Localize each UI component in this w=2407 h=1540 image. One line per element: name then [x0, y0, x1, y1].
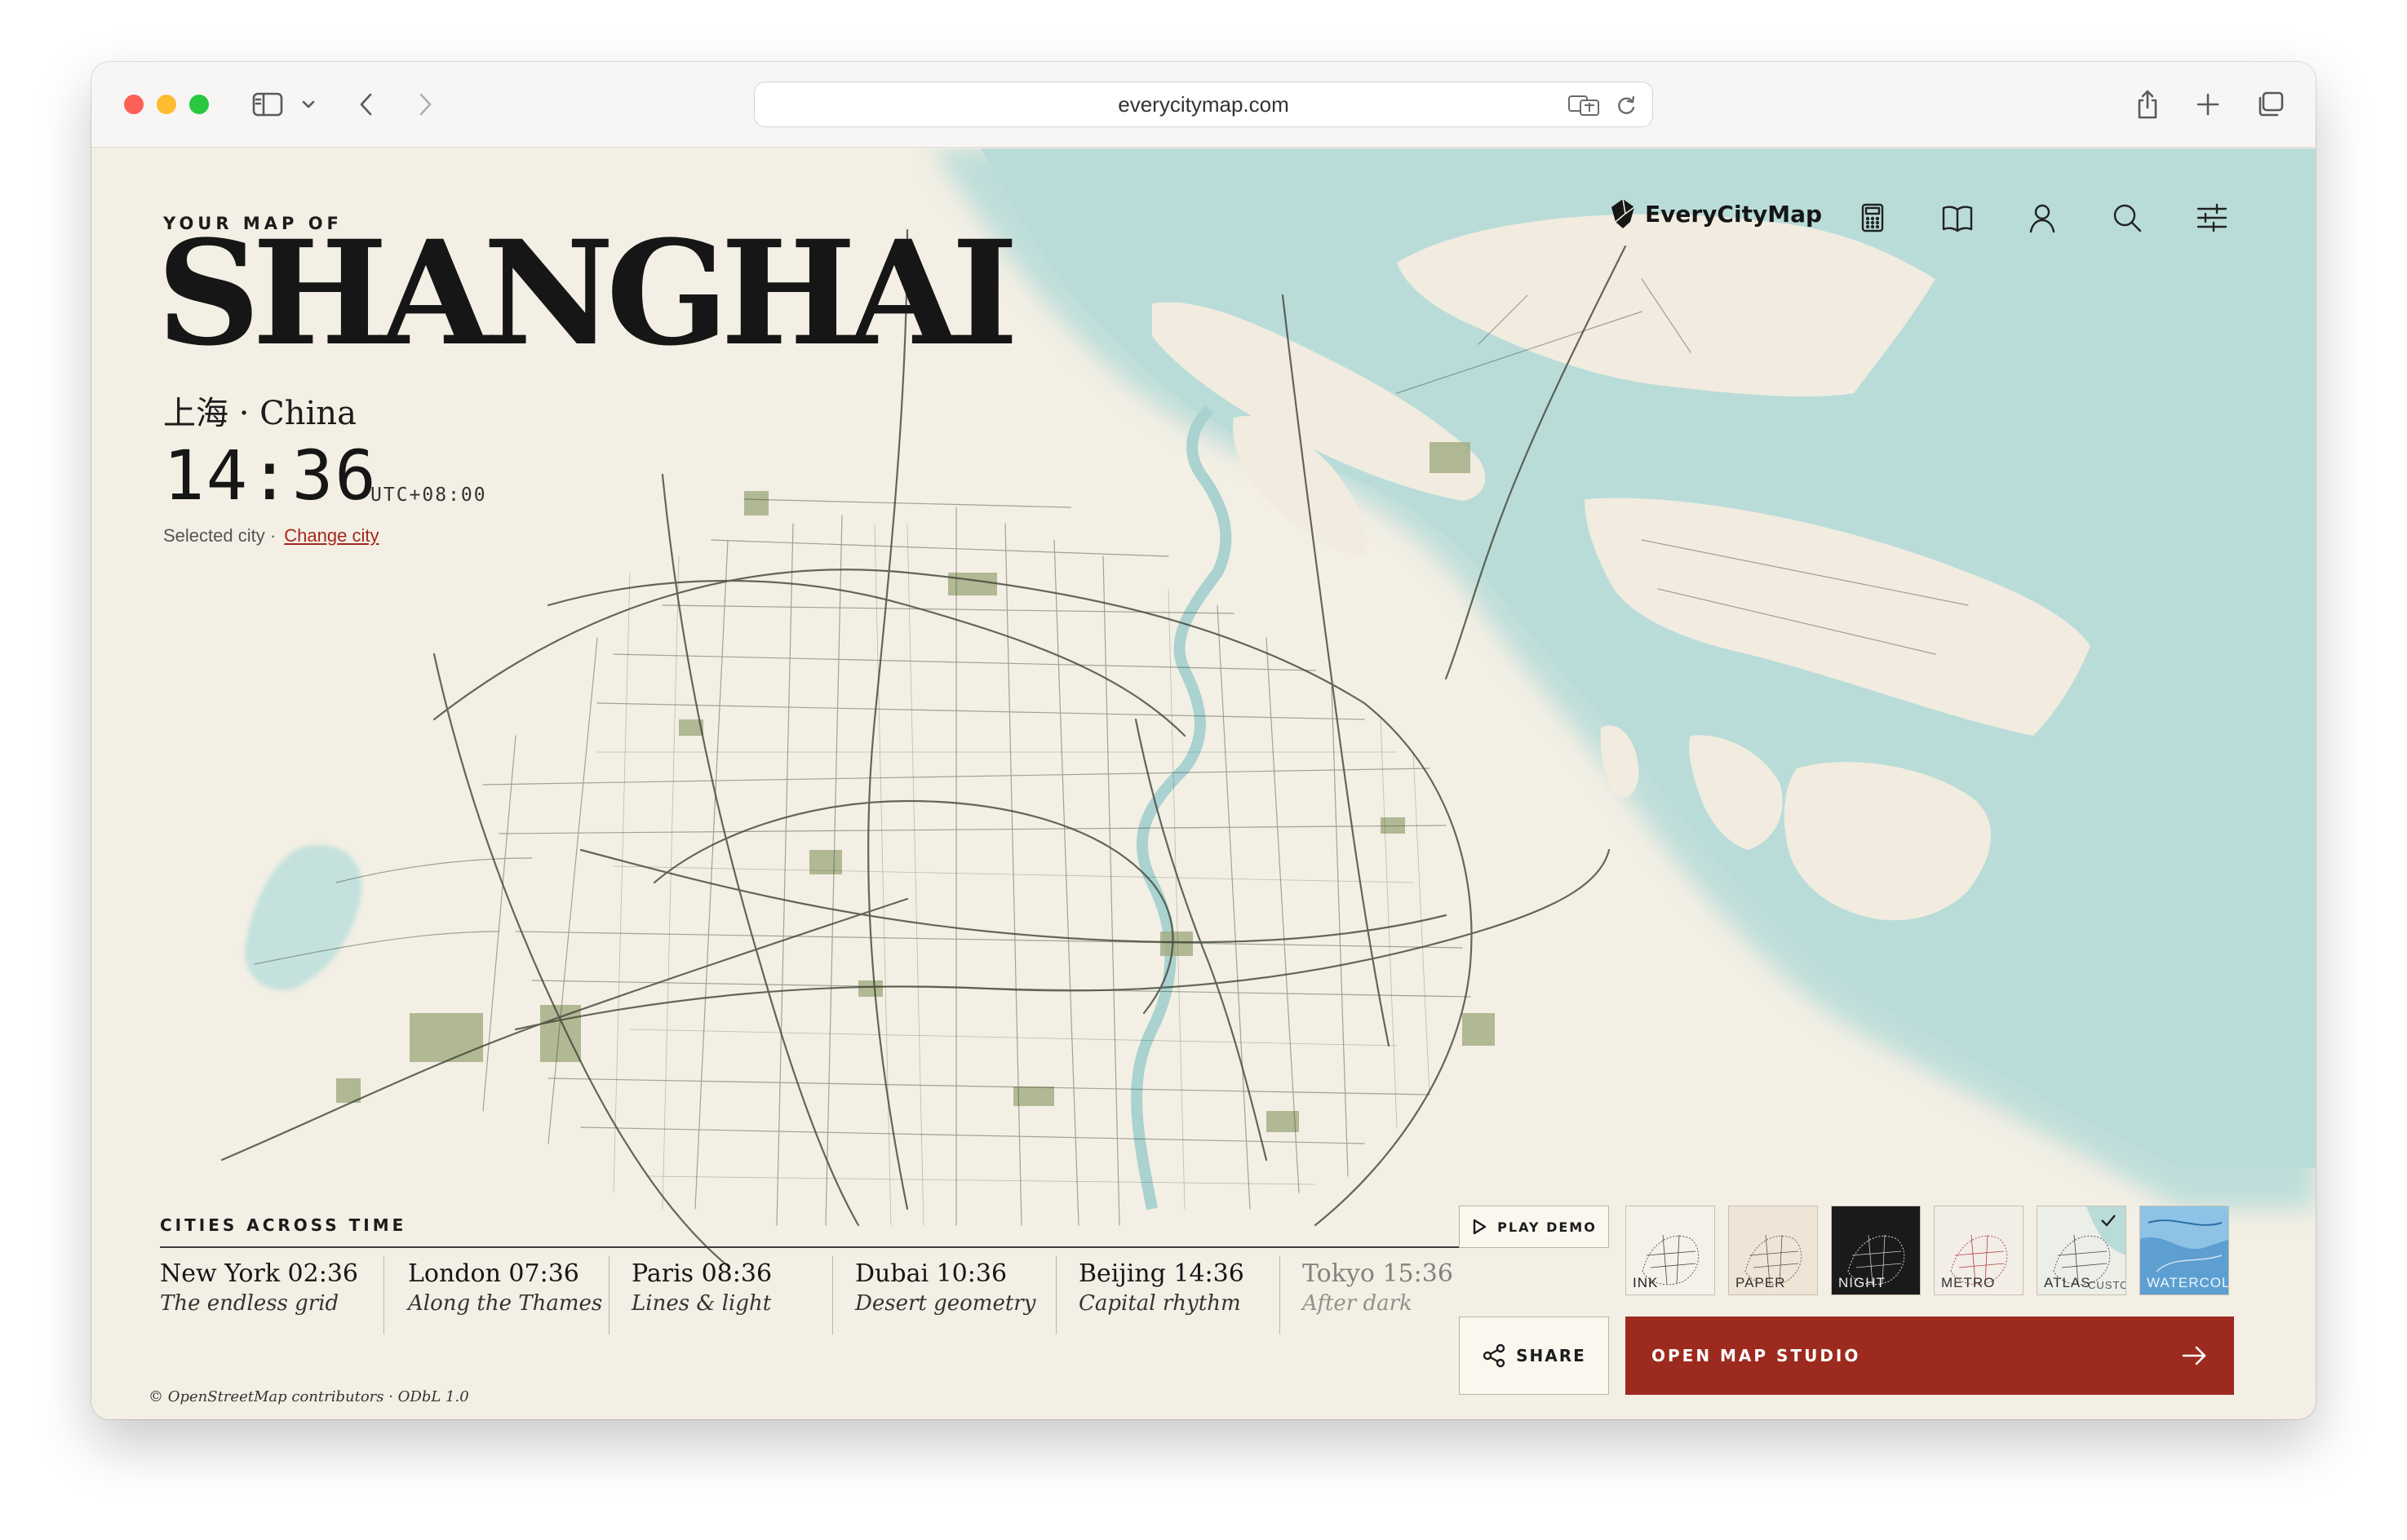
city-card-paris[interactable]: Paris 08:36 Lines & light: [632, 1259, 772, 1316]
city-local-name: 上海 · China: [163, 395, 357, 432]
style-thumb-night[interactable]: NIGHT: [1831, 1206, 1921, 1295]
search-icon[interactable]: [2108, 199, 2146, 237]
address-bar[interactable]: everycitymap.com: [754, 82, 1653, 127]
brand-name: EveryCityMap: [1645, 200, 1823, 228]
cities-across-time-title: CITIES ACROSS TIME: [160, 1215, 407, 1235]
minimize-window-button[interactable]: [157, 95, 176, 114]
selected-city-line: Selected city · Change city: [163, 525, 379, 547]
city-card-tagline: Along the Thames: [408, 1291, 603, 1316]
play-icon: [1473, 1219, 1487, 1235]
open-map-studio-button[interactable]: OPEN MAP STUDIO: [1625, 1317, 2234, 1395]
change-city-link[interactable]: Change city: [284, 525, 379, 546]
city-card-tagline: Lines & light: [632, 1291, 772, 1316]
sliders-icon[interactable]: [2193, 199, 2231, 237]
city-card-separator: [1056, 1256, 1057, 1334]
city-card-tagline: The endless grid: [160, 1291, 339, 1316]
style-thumb-paper[interactable]: PAPER: [1728, 1206, 1818, 1295]
thumb-label: NIGHT: [1838, 1275, 1886, 1290]
chevron-down-icon[interactable]: [299, 86, 318, 122]
play-demo-button[interactable]: PLAY DEMO: [1459, 1206, 1609, 1248]
thumb-label: PAPER: [1735, 1275, 1786, 1290]
map-attribution: © OpenStreetMap contributors · ODbL 1.0: [148, 1388, 469, 1405]
play-demo-label: PLAY DEMO: [1497, 1219, 1597, 1235]
city-card-name: Dubai 10:36: [855, 1259, 1008, 1288]
page-content: YOUR MAP OF SHANGHAI 上海 · China 14:36 UT…: [91, 148, 2316, 1419]
forward-icon[interactable]: [413, 86, 437, 122]
arrow-right-icon: [2182, 1346, 2206, 1365]
share-browser-icon[interactable]: [2131, 86, 2164, 122]
style-thumb-atlas[interactable]: ATLAS CUSTO: [2037, 1206, 2126, 1295]
selected-check-icon: [2101, 1215, 2116, 1227]
thumb-label: INK: [1633, 1275, 1659, 1290]
city-card-separator: [609, 1256, 610, 1334]
city-card-beijing[interactable]: Beijing 14:36 Capital rhythm: [1079, 1259, 1244, 1316]
thumb-label: METRO: [1941, 1275, 1996, 1290]
local-time: 14:36: [163, 436, 378, 516]
style-thumb-watercolor[interactable]: WATERCOLO: [2139, 1206, 2229, 1295]
thumb-label: WATERCOLO: [2147, 1275, 2228, 1290]
city-card-tokyo[interactable]: Tokyo 15:36 After dark: [1302, 1259, 1453, 1316]
brand[interactable]: EveryCityMap: [1609, 197, 1822, 230]
selected-city-label: Selected city ·: [163, 525, 277, 546]
city-card-separator: [1279, 1256, 1280, 1334]
lake: [245, 844, 362, 990]
utc-offset: UTC+08:00: [370, 485, 487, 506]
city-card-separator: [832, 1256, 833, 1334]
style-thumb-metro[interactable]: METRO: [1934, 1206, 2024, 1295]
share-label: SHARE: [1516, 1346, 1586, 1365]
city-card-name: New York 02:36: [160, 1259, 358, 1288]
style-thumb-ink[interactable]: INK: [1625, 1206, 1715, 1295]
city-card-dubai[interactable]: Dubai 10:36 Desert geometry: [855, 1259, 1035, 1316]
thumb-extra-label: CUSTO: [2088, 1279, 2126, 1291]
logo-icon: [1611, 198, 1635, 228]
open-map-studio-label: OPEN MAP STUDIO: [1651, 1346, 1861, 1365]
user-icon[interactable]: [2024, 199, 2061, 237]
browser-toolbar: everycitymap.com: [91, 62, 2316, 148]
url-text: everycitymap.com: [1118, 91, 1289, 117]
city-card-tagline: Capital rhythm: [1079, 1291, 1241, 1316]
reload-icon[interactable]: [1615, 94, 1638, 122]
city-card-name: Tokyo 15:36: [1302, 1259, 1453, 1288]
city-card-new-york[interactable]: New York 02:36 The endless grid: [160, 1259, 358, 1316]
city-card-london[interactable]: London 07:36 Along the Thames: [408, 1259, 602, 1316]
parks-layer: [336, 442, 1495, 1132]
book-icon[interactable]: [1939, 199, 1976, 237]
sidebar-icon[interactable]: [250, 86, 286, 122]
share-button[interactable]: SHARE: [1459, 1317, 1609, 1395]
maximize-window-button[interactable]: [189, 95, 209, 114]
city-card-name: London 07:36: [408, 1259, 579, 1288]
close-window-button[interactable]: [124, 95, 144, 114]
browser-window: everycitymap.com YOUR MAP OF SHANGHAI 上海…: [91, 62, 2316, 1419]
new-tab-icon[interactable]: [2192, 86, 2224, 122]
city-card-name: Paris 08:36: [632, 1259, 773, 1288]
translate-icon[interactable]: [1567, 94, 1600, 122]
thumb-label: ATLAS: [2044, 1275, 2091, 1290]
share-icon: [1483, 1343, 1505, 1368]
calculator-icon[interactable]: [1854, 199, 1891, 237]
city-title: SHANGHAI: [157, 209, 1018, 378]
city-card-tagline: Desert geometry: [855, 1291, 1036, 1316]
back-icon[interactable]: [354, 86, 379, 122]
city-card-separator: [383, 1256, 384, 1334]
city-card-tagline: After dark: [1302, 1291, 1412, 1316]
tab-overview-icon[interactable]: [2254, 86, 2286, 122]
cities-divider: [160, 1246, 1516, 1248]
city-card-name: Beijing 14:36: [1079, 1259, 1244, 1288]
